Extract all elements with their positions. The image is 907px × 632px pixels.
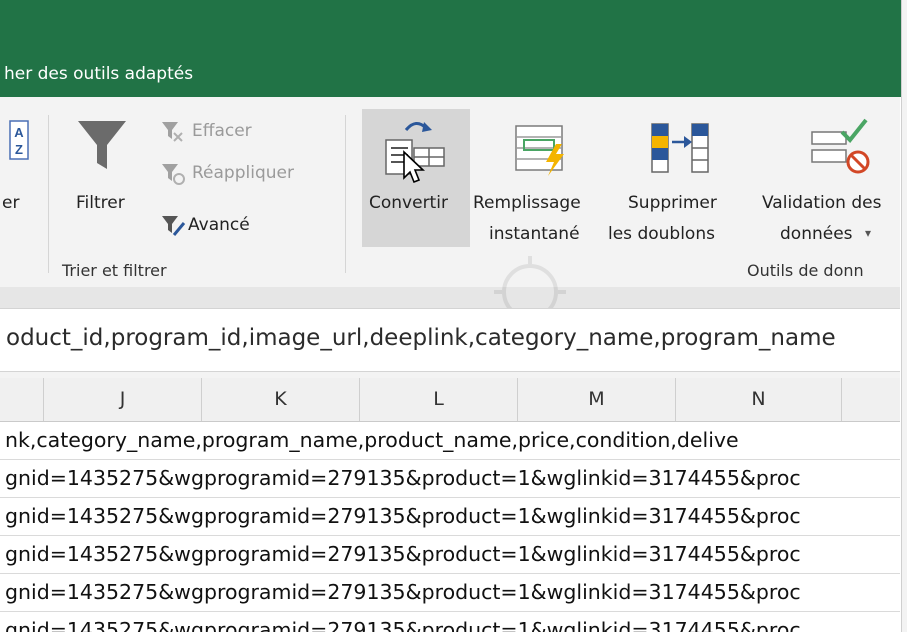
sort-button-label[interactable]: er <box>2 193 19 213</box>
cell-text: gnid=1435275&wgprogramid=279135&product=… <box>5 466 801 490</box>
column-headers: J K L M N <box>0 378 900 422</box>
remove-dup-label-2[interactable]: les doublons <box>608 224 715 244</box>
column-header-l[interactable]: L <box>360 378 518 421</box>
clear-button[interactable]: Effacer <box>192 121 252 141</box>
reapply-icon[interactable] <box>160 161 186 187</box>
cell-text: gnid=1435275&wgprogramid=279135&product=… <box>5 580 801 604</box>
table-row[interactable]: gnid=1435275&wgprogramid=279135&product=… <box>0 574 900 612</box>
window-right-border <box>901 0 907 632</box>
table-row[interactable]: gnid=1435275&wgprogramid=279135&product=… <box>0 460 900 498</box>
excel-window: her des outils adaptés A Z er Filtrer Ef… <box>0 0 907 632</box>
svg-text:A: A <box>14 125 24 140</box>
table-row[interactable]: nk,category_name,program_name,product_na… <box>0 422 900 460</box>
column-header-j[interactable]: J <box>44 378 202 421</box>
formula-bar[interactable]: oduct_id,program_id,image_url,deeplink,c… <box>0 308 900 372</box>
formula-bar-content[interactable]: oduct_id,program_id,image_url,deeplink,c… <box>6 325 836 351</box>
cell-text: gnid=1435275&wgprogramid=279135&product=… <box>5 504 801 528</box>
remove-dup-label-1[interactable]: Supprimer <box>628 193 717 213</box>
validation-label-2[interactable]: données <box>780 224 853 244</box>
advanced-button[interactable]: Avancé <box>188 215 250 235</box>
separator <box>345 115 346 273</box>
convert-label[interactable]: Convertir <box>369 193 448 213</box>
chevron-down-icon[interactable]: ▾ <box>865 226 871 240</box>
separator <box>48 115 49 273</box>
clear-filter-icon[interactable] <box>160 119 184 145</box>
title-bar: her des outils adaptés <box>0 0 907 97</box>
sort-az-icon[interactable]: A Z <box>8 119 30 163</box>
sheet-grid: nk,category_name,program_name,product_na… <box>0 422 900 632</box>
column-header-prev[interactable] <box>0 378 44 421</box>
data-validation-icon[interactable] <box>806 116 876 178</box>
validation-label-1[interactable]: Validation des <box>762 193 881 213</box>
column-header-k[interactable]: K <box>202 378 360 421</box>
flash-fill-icon[interactable] <box>512 120 572 176</box>
table-row[interactable]: gnid=1435275&wgprogramid=279135&product=… <box>0 612 900 632</box>
remove-duplicates-icon[interactable] <box>648 120 716 176</box>
filter-funnel-icon[interactable] <box>76 117 128 175</box>
advanced-filter-icon[interactable] <box>160 213 186 239</box>
cell-text: nk,category_name,program_name,product_na… <box>5 428 739 452</box>
flash-fill-label-1[interactable]: Remplissage <box>473 193 581 213</box>
column-header-m[interactable]: M <box>518 378 676 421</box>
table-row[interactable]: gnid=1435275&wgprogramid=279135&product=… <box>0 536 900 574</box>
filter-button[interactable]: Filtrer <box>76 193 125 213</box>
mouse-cursor-icon <box>403 150 426 184</box>
column-header-n[interactable]: N <box>676 378 842 421</box>
svg-text:Z: Z <box>15 142 23 157</box>
flash-fill-label-2[interactable]: instantané <box>489 224 580 244</box>
cell-text: gnid=1435275&wgprogramid=279135&product=… <box>5 618 801 632</box>
table-row[interactable]: gnid=1435275&wgprogramid=279135&product=… <box>0 498 900 536</box>
reapply-button[interactable]: Réappliquer <box>192 163 294 183</box>
tell-me-search[interactable]: her des outils adaptés <box>4 64 193 84</box>
sort-filter-group-label: Trier et filtrer <box>62 261 167 280</box>
data-tools-group-label: Outils de donn <box>747 261 864 280</box>
cell-text: gnid=1435275&wgprogramid=279135&product=… <box>5 542 801 566</box>
